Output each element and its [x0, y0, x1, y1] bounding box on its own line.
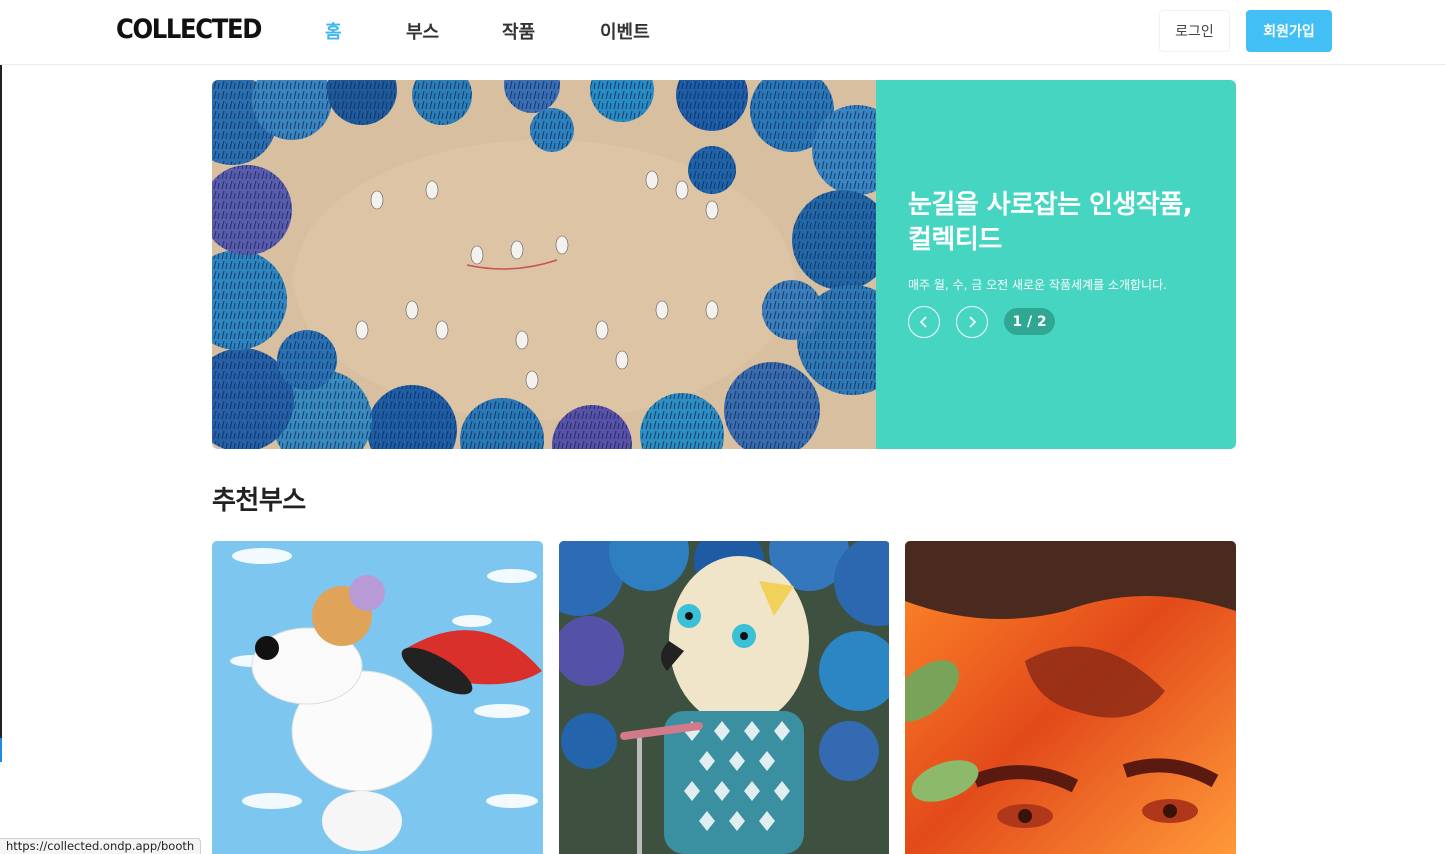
hero-banner: 눈길을 사로잡는 인생작품, 컬렉티드 매주 월, 수, 금 오전 새로운 작품…	[212, 80, 1236, 449]
hero-subtitle: 매주 월, 수, 금 오전 새로운 작품세계를 소개합니다.	[908, 278, 1167, 292]
nav-home[interactable]: 홈	[325, 18, 342, 44]
hero-title: 눈길을 사로잡는 인생작품, 컬렉티드	[908, 188, 1228, 258]
section-title: 추천부스	[212, 486, 306, 516]
hero-prev-button[interactable]	[908, 306, 940, 338]
hero-title-line1: 눈길을 사로잡는 인생작품,	[908, 190, 1193, 220]
site-header: COLLECTED 홈 부스 작품 이벤트 로그인 회원가입	[0, 0, 1446, 65]
nav-booth[interactable]: 부스	[406, 18, 439, 44]
window-edge	[0, 0, 2, 762]
slide-counter: 1 / 2	[1004, 308, 1055, 335]
booth-card[interactable]	[212, 541, 543, 854]
status-bar-url: https://collected.ondp.app/booth	[0, 838, 202, 854]
hero-title-line2: 컬렉티드	[908, 225, 1002, 255]
window-edge-highlight	[0, 738, 2, 762]
booth-image	[905, 541, 1236, 854]
login-button[interactable]: 로그인	[1159, 10, 1230, 52]
hero-artwork-image[interactable]	[212, 80, 876, 449]
chevron-left-icon	[919, 316, 927, 328]
chevron-right-icon	[969, 316, 977, 328]
nav-artwork[interactable]: 작품	[502, 18, 535, 44]
hero-text-panel: 눈길을 사로잡는 인생작품, 컬렉티드 매주 월, 수, 금 오전 새로운 작품…	[876, 80, 1236, 449]
booth-image	[559, 541, 890, 854]
nav-event[interactable]: 이벤트	[600, 18, 650, 44]
logo[interactable]: COLLECTED	[116, 14, 262, 45]
booth-image	[212, 541, 543, 854]
hero-next-button[interactable]	[956, 306, 988, 338]
booth-card[interactable]	[905, 541, 1236, 854]
signup-button[interactable]: 회원가입	[1246, 10, 1332, 52]
booth-card[interactable]	[559, 541, 890, 854]
